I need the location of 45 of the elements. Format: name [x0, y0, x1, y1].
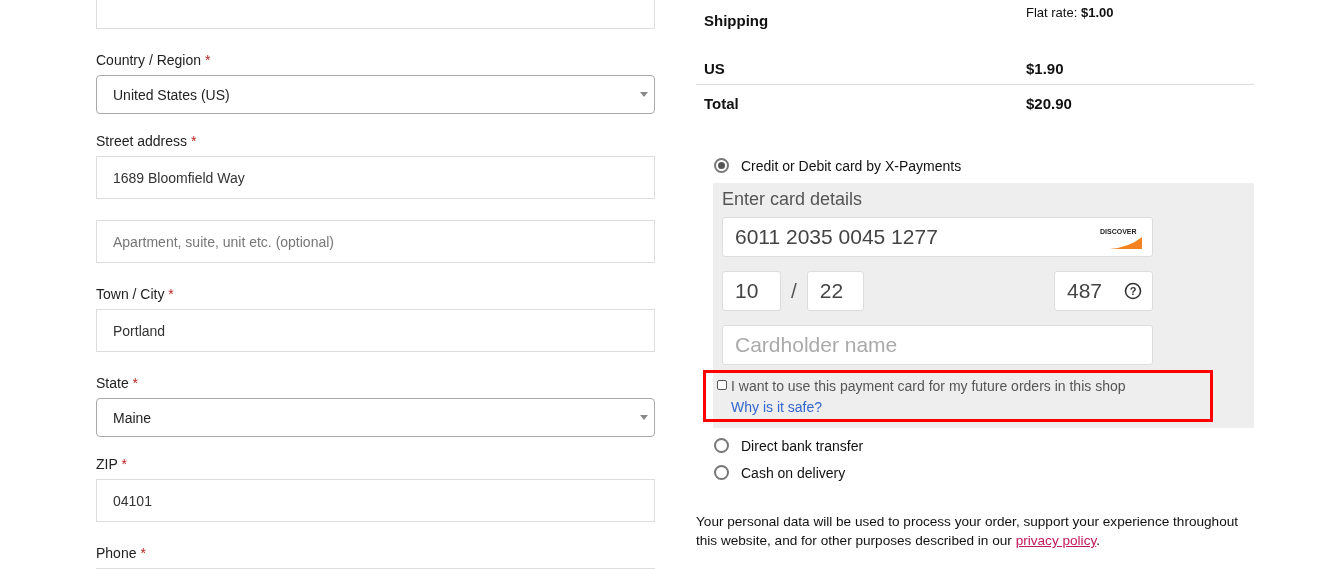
help-icon[interactable]: ?: [1124, 282, 1142, 300]
field-label: Town / City *: [96, 286, 175, 302]
input-field[interactable]: Portland: [96, 309, 655, 352]
checkbox[interactable]: [717, 380, 727, 390]
expiry-year-field[interactable]: 22: [806, 271, 864, 311]
summary-label: Total: [704, 95, 740, 112]
payment-option[interactable]: Direct bank transfer: [696, 432, 1254, 459]
payment-option[interactable]: Cash on delivery: [696, 459, 1254, 486]
caret-icon: [640, 92, 648, 97]
field-label: Phone *: [96, 545, 147, 561]
payment-label: Cash on delivery: [741, 464, 846, 481]
field-label: Country / Region *: [96, 52, 212, 68]
radio-button[interactable]: [714, 465, 729, 480]
summary-label: Shipping: [704, 12, 770, 29]
summary-value: $1.90: [1026, 59, 1064, 77]
select-field[interactable]: United States (US): [96, 75, 655, 114]
expiry-month-field[interactable]: 10: [722, 271, 781, 311]
required-mark: *: [168, 286, 174, 302]
input-field[interactable]: Apartment, suite, unit etc. (optional): [96, 220, 655, 263]
select-field[interactable]: Maine: [96, 398, 655, 437]
required-mark: *: [204, 52, 211, 68]
required-mark: *: [190, 133, 197, 149]
radio-button[interactable]: [714, 438, 729, 453]
field-label: State *: [96, 375, 140, 391]
required-mark: *: [132, 375, 139, 391]
required-mark: *: [121, 456, 127, 472]
input-field[interactable]: 04101: [96, 479, 655, 522]
privacy-notice: Your personal data will be used to process your order, support your experience throughout this website, and for other purposes described in our privacy policy.: [696, 513, 1240, 550]
payment-label: Credit or Debit card by X-Payments: [741, 157, 962, 174]
field-label: ZIP *: [96, 456, 128, 472]
save-card-label: I want to use this payment card for my future orders in this shop: [731, 378, 1126, 394]
input-field[interactable]: 1689 Bloomfield Way: [96, 156, 655, 199]
caret-icon: [640, 415, 648, 420]
card-heading: Enter card details: [722, 189, 864, 211]
summary-value: Flat rate: $1.00: [1026, 5, 1114, 20]
payment-label: Direct bank transfer: [741, 437, 864, 454]
field-label: Street address *: [96, 133, 198, 149]
summary-value: $20.90: [1026, 95, 1072, 112]
payment-option[interactable]: Credit or Debit card by X-Payments: [696, 152, 1254, 179]
summary-label: US: [704, 59, 726, 77]
required-mark: *: [140, 545, 146, 561]
date-separator: /: [791, 279, 797, 303]
safety-link[interactable]: Why is it safe?: [731, 399, 1210, 415]
radio-button[interactable]: [714, 158, 729, 173]
cvv-field[interactable]: 487 ?: [1054, 271, 1153, 311]
